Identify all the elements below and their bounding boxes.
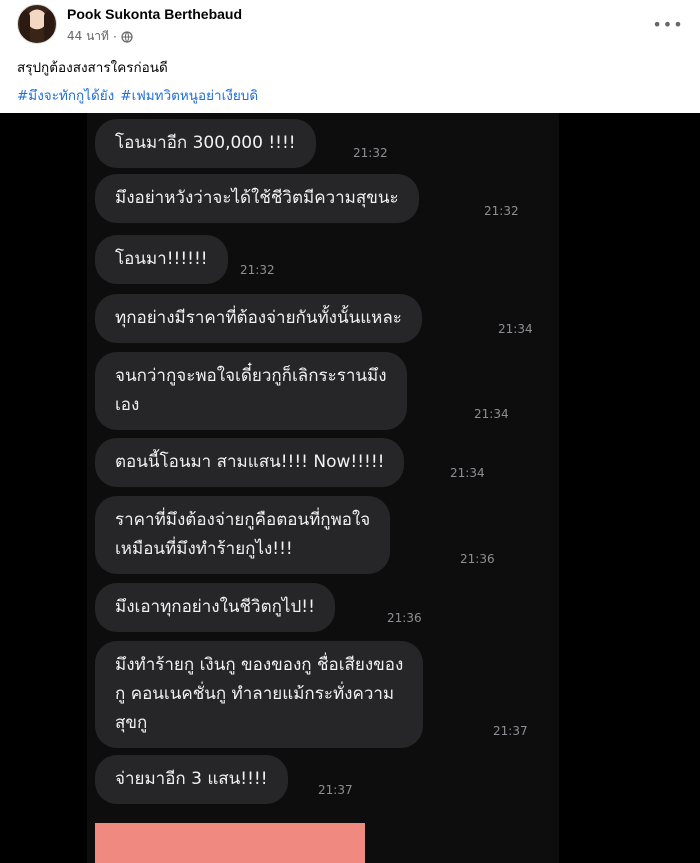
chat-message: มึงอย่าหวังว่าจะได้ใช้ชีวิตมีความสุขนะ — [95, 174, 419, 223]
chat-message: โอนมา!!!!!! — [95, 235, 228, 284]
chat-screenshot — [87, 113, 559, 863]
hashtag-link[interactable]: #มึงจะทักกูได้ยัง — [17, 84, 114, 106]
message-time: 21:32 — [484, 204, 519, 218]
hashtag-link[interactable]: #เฟมทวิตหนูอย่าเงียบดิ — [120, 84, 258, 106]
chat-message: ตอนนี้โอนมา สามแสน!!!! Now!!!!! — [95, 438, 405, 487]
message-time: 21:36 — [460, 552, 495, 566]
meta-separator: · — [112, 29, 117, 44]
author-name[interactable]: Pook Sukonta Berthebaud — [67, 6, 242, 22]
post-time[interactable]: 44 นาที — [67, 27, 109, 46]
chat-message: จนกว่ากูจะพอใจเดี๋ยวกูก็เลิกระรานมึง เอง — [95, 352, 407, 430]
avatar-hair-right — [44, 11, 54, 43]
more-options-button[interactable]: ••• — [652, 10, 682, 38]
message-time: 21:34 — [450, 466, 485, 480]
avatar-hair-left — [20, 11, 30, 43]
post-caption: สรุปกูต้องสงสารใครก่อนดี — [17, 60, 168, 76]
redaction-block — [95, 823, 365, 863]
globe-icon[interactable] — [121, 30, 133, 43]
message-time: 21:34 — [474, 407, 509, 421]
chat-message: มึงทำร้ายกู เงินกู ของของกู ชื่อเสียงของ… — [95, 641, 424, 748]
message-time: 21:32 — [240, 263, 275, 277]
message-time: 21:34 — [498, 322, 533, 336]
hashtag-row: #มึงจะทักกูได้ยัง #เฟมทวิตหนูอย่าเงียบดิ — [17, 84, 258, 106]
chat-message: โอนมาอีก 300,000 !!!! — [95, 119, 316, 168]
chat-message: จ่ายมาอีก 3 แสน!!!! — [95, 755, 288, 804]
chat-message: ราคาที่มึงต้องจ่ายกูคือตอนที่กูพอใจ เหมื… — [95, 496, 391, 574]
message-time: 21:37 — [493, 724, 528, 738]
post-header: Pook Sukonta Berthebaud 44 นาที · ••• — [0, 0, 700, 52]
message-time: 21:32 — [353, 146, 388, 160]
chat-message: ทุกอย่างมีราคาที่ต้องจ่ายกันทั้งนั้นแหละ — [95, 294, 422, 343]
avatar[interactable] — [17, 4, 57, 44]
message-time: 21:37 — [318, 783, 353, 797]
message-time: 21:36 — [387, 611, 422, 625]
post-meta: 44 นาที · — [67, 27, 133, 46]
chat-message: มึงเอาทุกอย่างในชีวิตกูไป!! — [95, 583, 335, 632]
